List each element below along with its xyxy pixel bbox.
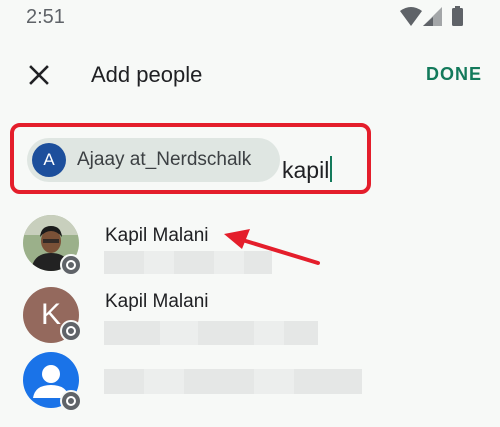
page-title: Add people bbox=[91, 62, 203, 87]
contact-badge-icon bbox=[60, 320, 82, 342]
contact-name: Kapil Malani bbox=[105, 225, 209, 246]
status-time: 2:51 bbox=[26, 6, 65, 28]
contact-result[interactable]: K Kapil Malani bbox=[0, 287, 500, 351]
recipient-chip[interactable]: A Ajaay at_Nerdschalk bbox=[27, 138, 280, 182]
contact-badge-icon bbox=[60, 254, 82, 276]
close-button[interactable] bbox=[22, 58, 56, 92]
battery-icon bbox=[452, 6, 463, 26]
done-button[interactable]: DONE bbox=[426, 64, 482, 85]
status-icons bbox=[400, 6, 463, 26]
chip-avatar: A bbox=[32, 143, 66, 177]
signal-icon bbox=[423, 7, 442, 26]
recipient-input-area[interactable]: A Ajaay at_Nerdschalk kapil bbox=[10, 123, 371, 194]
contact-result[interactable] bbox=[0, 352, 500, 416]
status-bar: 2:51 bbox=[0, 0, 500, 34]
contact-name: Kapil Malani bbox=[105, 291, 209, 312]
search-input[interactable]: kapil bbox=[282, 156, 333, 184]
app-bar: Add people DONE bbox=[0, 50, 500, 98]
search-query: kapil bbox=[282, 157, 330, 183]
wifi-icon bbox=[400, 7, 422, 26]
arrow-annotation bbox=[224, 229, 320, 265]
close-icon bbox=[29, 65, 49, 85]
redacted-detail bbox=[104, 321, 318, 345]
text-caret bbox=[330, 156, 333, 182]
chip-label: Ajaay at_Nerdschalk bbox=[77, 149, 252, 170]
contact-badge-icon bbox=[60, 390, 82, 412]
redacted-detail bbox=[104, 369, 362, 394]
